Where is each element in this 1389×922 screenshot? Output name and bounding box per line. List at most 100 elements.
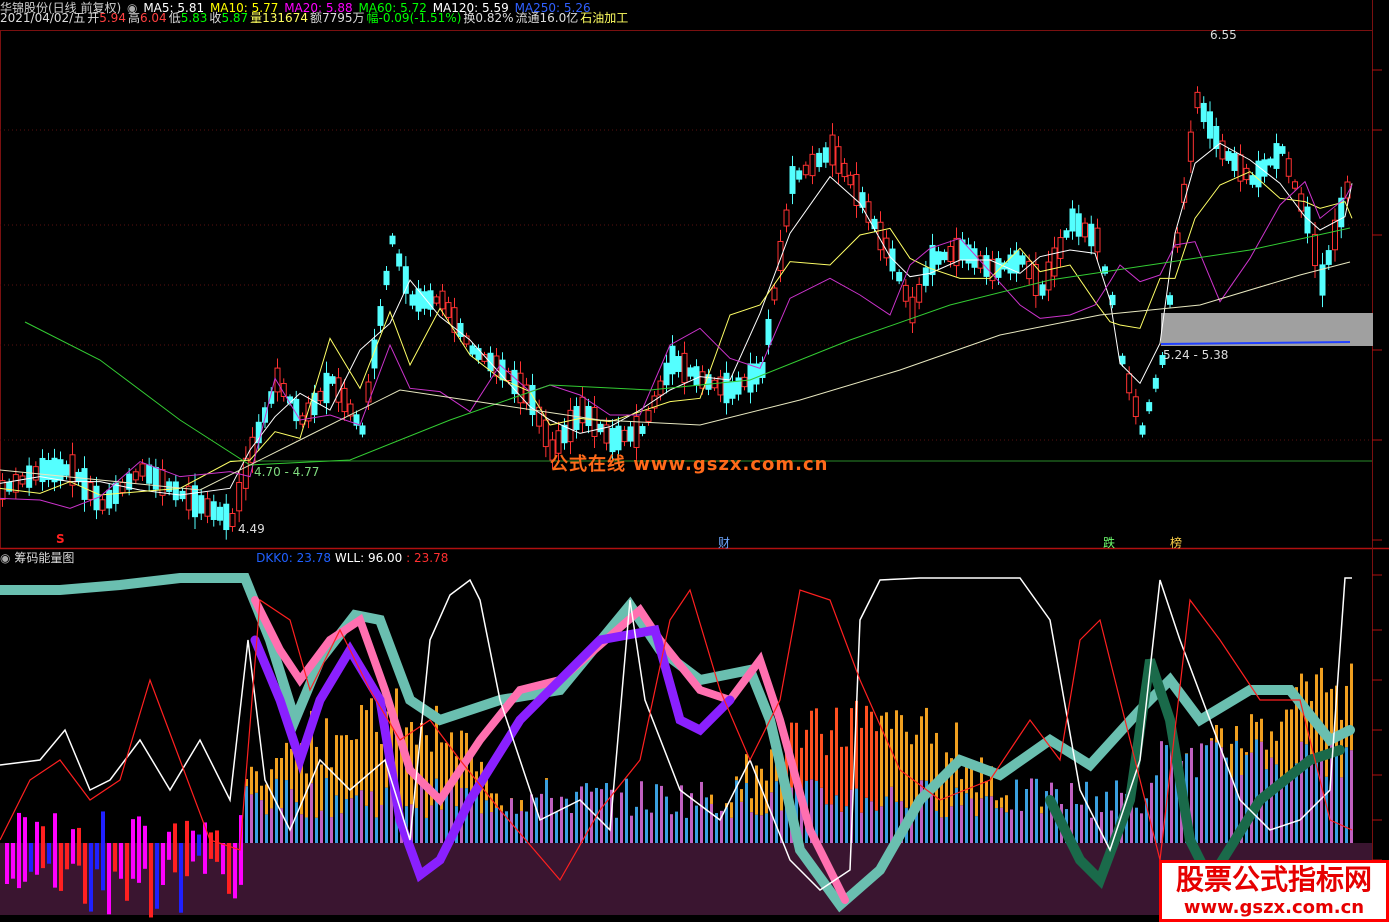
candle-body <box>1167 295 1173 305</box>
candle-body <box>198 495 205 514</box>
drop-marker[interactable]: 跌 <box>1103 534 1115 551</box>
chip-bar <box>370 698 373 792</box>
energy-bar <box>1230 777 1233 843</box>
candle-body <box>561 424 568 444</box>
indicator-name[interactable]: 筹码能量图 <box>14 551 74 565</box>
chip-bar <box>890 728 893 787</box>
finance-marker[interactable]: 财 <box>718 534 730 551</box>
candle-body <box>902 284 909 302</box>
volume-bar <box>167 831 171 860</box>
candle-body <box>723 372 730 404</box>
chip-bar <box>260 785 263 801</box>
candle-body <box>1088 223 1095 247</box>
candle-body <box>146 464 153 484</box>
energy-bar <box>935 810 938 843</box>
energy-bar <box>670 814 673 843</box>
energy-bar <box>550 797 553 843</box>
chip-bar <box>355 739 358 796</box>
ma60-line <box>24 227 1351 466</box>
volume-bar <box>233 843 237 899</box>
low-price-label: 4.49 <box>238 522 265 536</box>
brand-line1: 股票公式指标网 <box>1175 863 1372 896</box>
energy-bar <box>1080 804 1083 843</box>
chip-bar <box>770 749 773 793</box>
chip-bar <box>820 733 823 788</box>
candle-body <box>896 272 903 282</box>
energy-bar <box>440 809 443 843</box>
energy-bar <box>245 786 248 843</box>
energy-bar <box>325 778 328 843</box>
energy-bar <box>530 794 533 843</box>
chip-bar <box>1285 709 1288 777</box>
range-price-label: 5.24 - 5.38 <box>1163 348 1229 362</box>
sell-marker[interactable]: S <box>56 532 65 546</box>
candle-body <box>1273 143 1280 169</box>
energy-bar <box>360 790 363 843</box>
chip-bar <box>520 800 523 811</box>
indicator-collapse-icon[interactable]: ◉ <box>0 551 10 565</box>
candle-body <box>139 463 146 477</box>
chip-bar <box>845 746 848 807</box>
candle-body <box>847 174 854 186</box>
energy-bar <box>305 817 308 843</box>
volume: 量131674 <box>250 11 308 25</box>
high-price-label: 6.55 <box>1210 28 1237 42</box>
ranking-marker[interactable]: 榜 <box>1170 534 1182 551</box>
candle-body <box>185 485 192 511</box>
candle-body <box>341 387 348 413</box>
candle-body <box>26 465 33 488</box>
candle-body <box>1225 151 1232 161</box>
volume-bar <box>95 843 99 870</box>
candle-body <box>663 362 670 386</box>
energy-bar <box>370 791 373 843</box>
chip-bar <box>255 771 258 793</box>
candle-body <box>1019 255 1026 265</box>
chip-bar <box>920 716 923 781</box>
candle-body <box>681 352 688 384</box>
chip-bar <box>1320 667 1323 755</box>
volume-bar <box>29 843 33 872</box>
energy-bar <box>1040 813 1043 843</box>
volume-bar <box>35 821 39 875</box>
chip-bar <box>750 798 753 813</box>
energy-bar <box>960 805 963 843</box>
ma10-line <box>0 171 1353 496</box>
energy-bar <box>1210 740 1213 843</box>
candle-body <box>977 255 984 269</box>
candle-body <box>204 498 211 517</box>
volume-bar <box>17 812 21 889</box>
candle-body <box>542 419 549 448</box>
energy-bar <box>255 792 258 843</box>
industry: 石油加工 <box>580 11 629 25</box>
energy-bar <box>765 813 768 843</box>
chip-bar <box>425 735 428 818</box>
volume-bar <box>65 843 69 870</box>
energy-bar <box>330 817 333 843</box>
volume-bar <box>23 817 27 882</box>
volume-bar <box>119 843 123 879</box>
energy-bar <box>675 811 678 843</box>
chip-bar <box>325 718 328 779</box>
candle-body <box>1325 250 1332 265</box>
candle-body <box>57 459 64 481</box>
chip-bar <box>1210 738 1213 741</box>
wll-label: WLL: <box>334 551 365 565</box>
candle-body <box>841 162 848 178</box>
chip-bar <box>995 800 998 809</box>
quote-date: 2021/04/02/五 <box>0 11 86 25</box>
energy-bar <box>615 817 618 843</box>
energy-bar <box>560 796 563 843</box>
energy-bar <box>695 805 698 843</box>
candle-body <box>941 251 948 261</box>
energy-bar <box>625 778 628 843</box>
volume-bar <box>53 813 57 888</box>
candle-body <box>657 380 664 396</box>
chip-bar <box>915 734 918 802</box>
energy-bar <box>990 796 993 843</box>
candle-body <box>217 506 223 521</box>
chip-bar <box>1040 806 1043 814</box>
volume-bar <box>71 829 75 864</box>
extra-value: : 23.78 <box>406 551 449 565</box>
candle-body <box>609 427 616 453</box>
chip-bar <box>340 735 343 814</box>
